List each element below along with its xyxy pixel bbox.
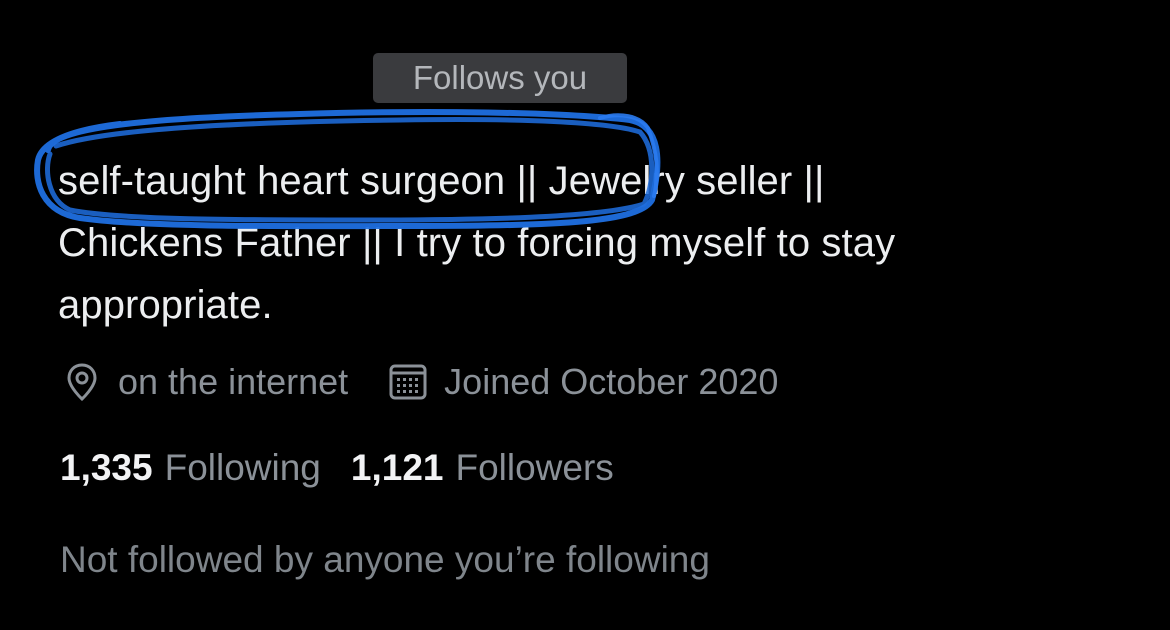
bio-line-3: appropriate. xyxy=(58,283,273,327)
follows-you-badge: Follows you xyxy=(373,53,627,103)
calendar-icon xyxy=(386,360,430,404)
joined-text: Joined October 2020 xyxy=(444,361,779,402)
bio-line-1-rest: Jewelry seller || xyxy=(537,159,825,203)
bio-line-2: Chickens Father || I try to forcing myse… xyxy=(58,221,896,265)
profile-joined-date: Joined October 2020 xyxy=(386,360,778,404)
following-label: Following xyxy=(164,447,321,488)
followers-count: 1,121 xyxy=(350,447,444,488)
followers-stat-link[interactable]: 1,121 Followers xyxy=(351,447,614,489)
following-stat-link[interactable]: 1,335 Following xyxy=(60,447,321,489)
following-count: 1,335 xyxy=(60,447,153,488)
profile-location: on the internet xyxy=(60,360,348,404)
followers-label: Followers xyxy=(455,447,614,488)
profile-bio: self-taught heart surgeon || Jewelry sel… xyxy=(58,150,1118,336)
profile-stats-row: 1,335 Following 1,121 Followers xyxy=(60,440,644,496)
mutual-followers-note: Not followed by anyone you’re following xyxy=(60,539,710,580)
location-text: on the internet xyxy=(118,361,349,402)
bio-highlighted-text: self-taught heart surgeon || xyxy=(58,159,538,203)
profile-meta-row: on the internet Joined October 2020 xyxy=(60,354,778,410)
bio-line-1: self-taught heart surgeon || Jewelry sel… xyxy=(58,150,1118,212)
location-pin-icon xyxy=(60,360,104,404)
